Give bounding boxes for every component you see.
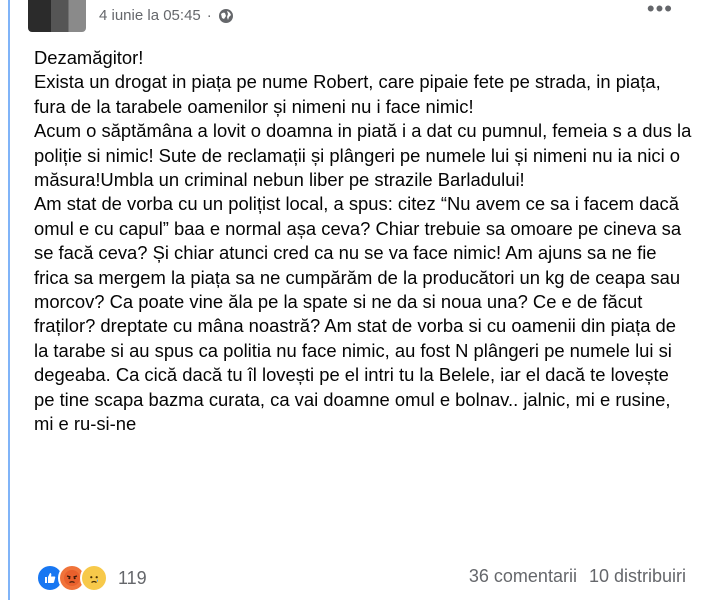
- meta-separator: ·: [206, 7, 212, 24]
- more-options-icon[interactable]: •••: [647, 0, 673, 22]
- shares-count-link[interactable]: 10 distribuiri: [589, 566, 686, 587]
- sad-icon[interactable]: [80, 564, 108, 592]
- globe-icon: [218, 8, 234, 24]
- comments-count-link[interactable]: 36 comentarii: [469, 566, 577, 587]
- post-footer: 119 36 comentarii 10 distribuiri: [0, 560, 728, 600]
- post-timestamp[interactable]: 4 iunie la 05:45: [99, 7, 201, 24]
- post-paragraph: Dezamăgitor!: [34, 47, 144, 68]
- post-paragraph: Exista un drogat in piața pe nume Robert…: [34, 71, 661, 117]
- post-paragraph: Am stat de vorba cu un polițist local, a…: [34, 193, 682, 435]
- engagement-counts: 36 comentarii 10 distribuiri: [469, 566, 686, 587]
- reaction-count[interactable]: 119: [118, 568, 147, 589]
- post-header: 4 iunie la 05:45 · •••: [0, 0, 728, 38]
- post-paragraph: Acum o săptămâna a lovit o doamna in pia…: [34, 120, 692, 191]
- left-accent-rule: [8, 0, 10, 600]
- post-meta: 4 iunie la 05:45 ·: [99, 7, 234, 24]
- post-body: Dezamăgitor! Exista un drogat in piața p…: [34, 46, 694, 437]
- reactions-summary[interactable]: 119: [36, 564, 147, 592]
- author-avatar[interactable]: [28, 0, 86, 32]
